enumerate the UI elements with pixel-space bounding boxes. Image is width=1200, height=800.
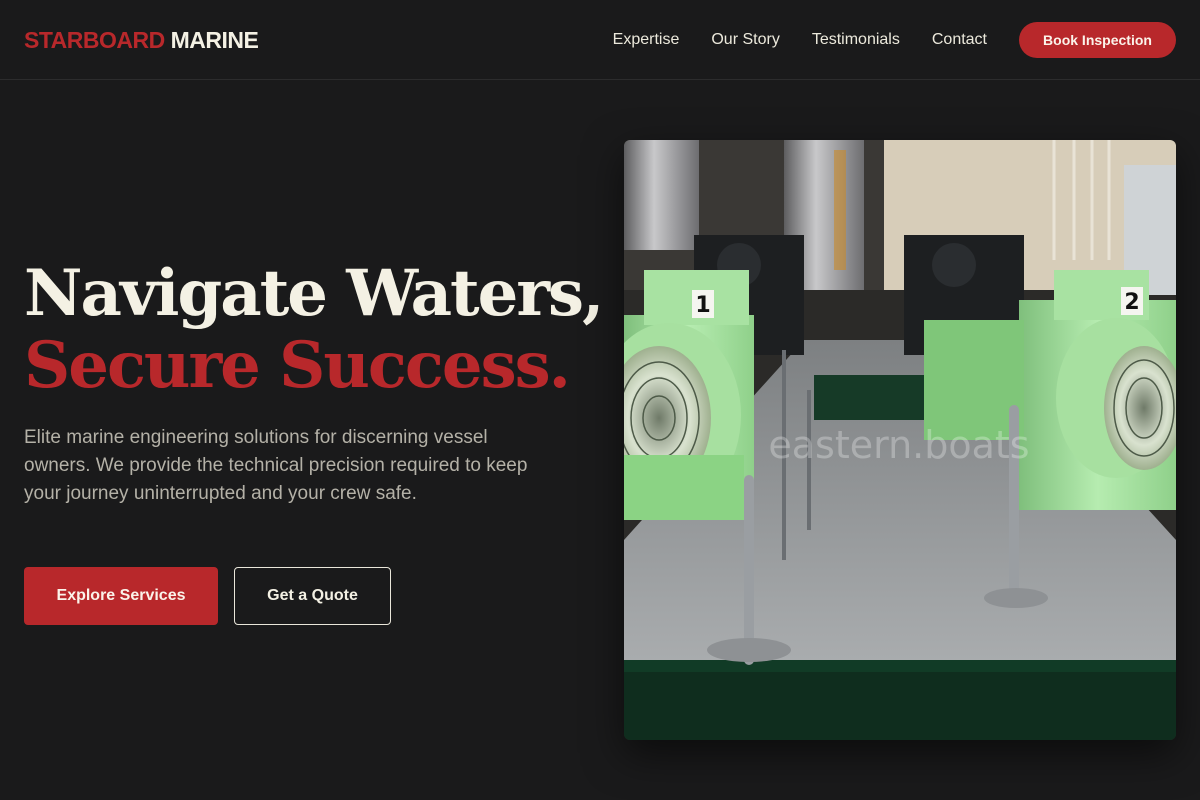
- nav-link-our-story[interactable]: Our Story: [711, 30, 779, 50]
- nav-link-testimonials[interactable]: Testimonials: [812, 30, 900, 50]
- main-nav: Expertise Our Story Testimonials Contact: [581, 30, 987, 50]
- hero-headline: Navigate Waters, Secure Success.: [24, 256, 604, 403]
- brand-name-accent: STARBOARD: [24, 27, 165, 53]
- brand-logo[interactable]: STARBOARD MARINE: [24, 26, 259, 54]
- book-inspection-button[interactable]: Book Inspection: [1019, 22, 1176, 58]
- motor-label-1: 1: [695, 293, 710, 318]
- image-watermark: eastern.boats: [768, 423, 1029, 467]
- nav-link-contact[interactable]: Contact: [932, 30, 987, 50]
- hero-headline-line2: Secure Success.: [24, 328, 571, 403]
- site-header: STARBOARD MARINE Expertise Our Story Tes…: [0, 0, 1200, 80]
- nav-link-expertise[interactable]: Expertise: [613, 30, 680, 50]
- get-quote-button[interactable]: Get a Quote: [234, 567, 391, 625]
- hero-image-engine-room: 1 2 eastern.boats: [624, 140, 1176, 740]
- brand-name-main: MARINE: [170, 27, 259, 53]
- hero-description: Elite marine engineering solutions for d…: [24, 427, 528, 504]
- explore-services-button[interactable]: Explore Services: [24, 567, 218, 625]
- motor-label-2: 2: [1124, 290, 1139, 315]
- hero-headline-line1: Navigate Waters,: [24, 256, 604, 331]
